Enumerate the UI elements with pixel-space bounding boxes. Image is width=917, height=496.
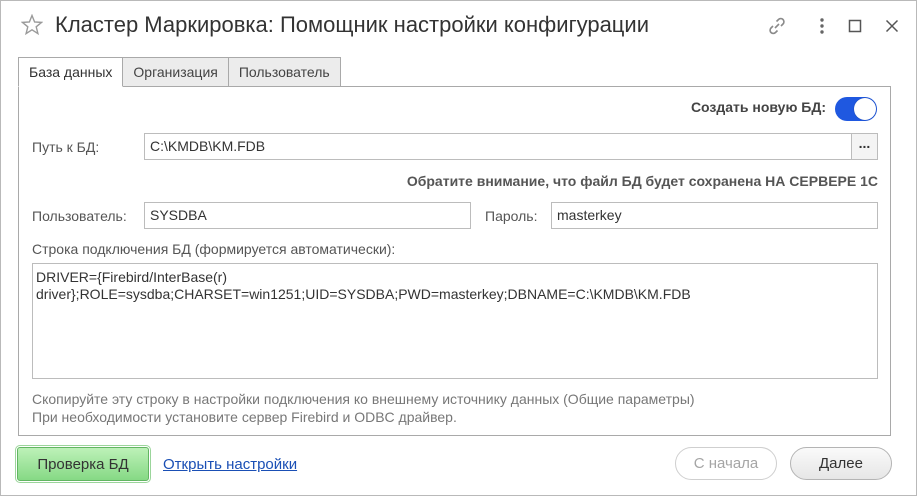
window-title: Кластер Маркировка: Помощник настройки к…: [55, 12, 649, 37]
connection-string-field[interactable]: DRIVER={Firebird/InterBase(r) driver};RO…: [32, 263, 878, 379]
db-path-label: Путь к БД:: [32, 139, 100, 155]
tab-user[interactable]: Пользователь: [227, 57, 341, 87]
install-hint: При необходимости установите сервер Fire…: [32, 409, 457, 425]
close-icon[interactable]: [881, 15, 903, 37]
password-label: Пароль:: [485, 208, 538, 224]
next-button[interactable]: Далее: [790, 447, 892, 480]
more-icon[interactable]: [811, 15, 833, 37]
connection-string-label: Строка подключения БД (формируется автом…: [32, 241, 396, 257]
link-icon[interactable]: [766, 15, 788, 37]
start-over-button[interactable]: С начала: [675, 447, 777, 480]
server-notice: Обратите внимание, что файл БД будет сох…: [406, 173, 878, 189]
title-bar: Кластер Маркировка: Помощник настройки к…: [1, 1, 916, 53]
open-settings-link[interactable]: Открыть настройки: [163, 456, 297, 473]
user-field[interactable]: SYSDBA: [144, 202, 471, 229]
db-path-field[interactable]: C:\KMDB\KM.FDB: [144, 133, 852, 160]
create-new-db-toggle[interactable]: [835, 97, 877, 121]
tab-organization[interactable]: Организация: [122, 57, 229, 87]
tab-strip: База данных Организация Пользователь: [18, 57, 341, 87]
favorite-star-icon[interactable]: [20, 13, 44, 36]
connection-string-line-2: driver};ROLE=sysdba;CHARSET=win1251;UID=…: [36, 286, 691, 302]
database-panel: Создать новую БД: Путь к БД: C:\KMDB\KM.…: [18, 86, 891, 436]
configuration-wizard-window: Кластер Маркировка: Помощник настройки к…: [0, 0, 917, 496]
connection-string-line-1: DRIVER={Firebird/InterBase(r): [36, 269, 228, 285]
user-label: Пользователь:: [32, 208, 127, 224]
copy-hint: Скопируйте эту строку в настройки подклю…: [32, 391, 695, 407]
maximize-icon[interactable]: [844, 15, 866, 37]
tab-database[interactable]: База данных: [18, 57, 124, 87]
toggle-knob: [854, 98, 876, 120]
create-new-db-label: Создать новую БД:: [690, 99, 826, 115]
browse-path-button[interactable]: ...: [851, 133, 878, 160]
check-db-button[interactable]: Проверка БД: [15, 445, 151, 483]
password-field[interactable]: masterkey: [551, 202, 878, 229]
